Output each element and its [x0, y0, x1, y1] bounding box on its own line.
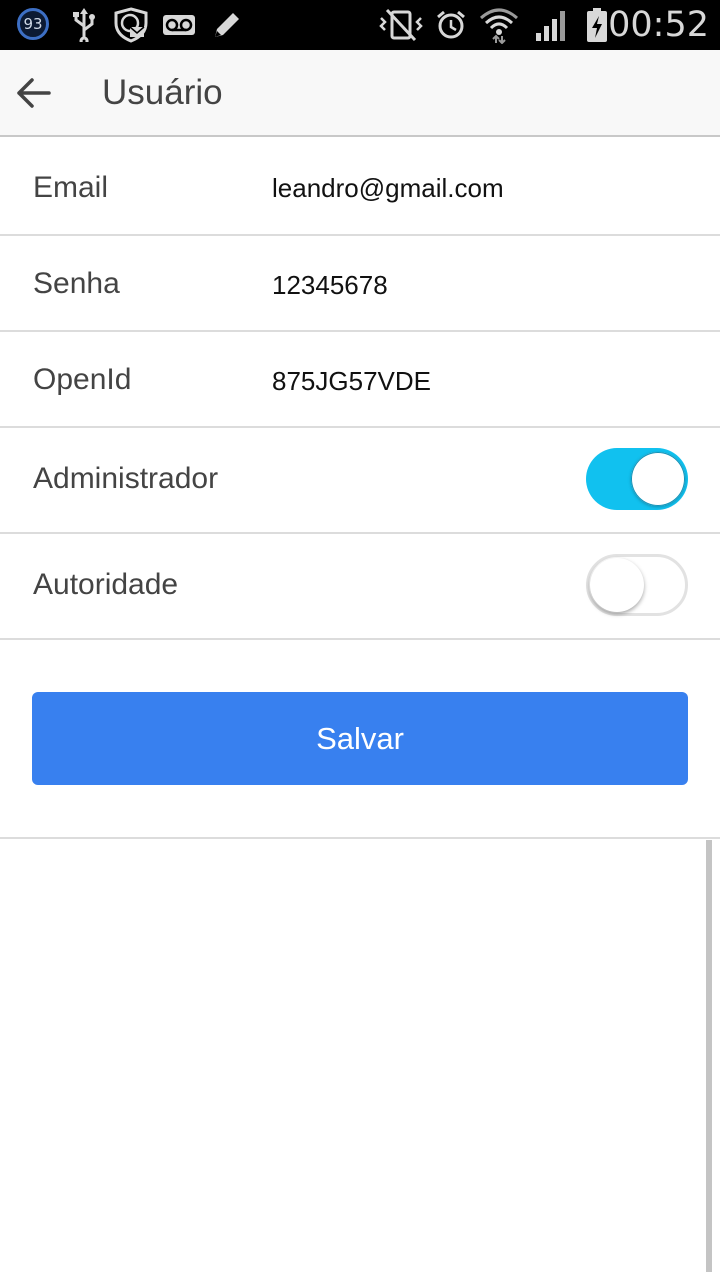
- alarm-icon: [432, 0, 470, 50]
- openid-field[interactable]: [272, 366, 692, 397]
- autoridade-toggle[interactable]: [586, 554, 688, 616]
- signal-icon: [532, 0, 572, 50]
- scrollbar[interactable]: [706, 840, 712, 1272]
- page-title: Usuário: [102, 73, 223, 112]
- email-field[interactable]: [272, 173, 692, 204]
- administrador-toggle[interactable]: [586, 448, 688, 510]
- usb-icon: [68, 0, 100, 50]
- openid-row: OpenId: [0, 332, 720, 428]
- notification-count-icon: 93: [17, 8, 49, 40]
- toggle-knob: [590, 558, 644, 612]
- senha-row: Senha: [0, 236, 720, 332]
- autoridade-label: Autoridade: [33, 568, 179, 601]
- openid-label: OpenId: [33, 363, 132, 396]
- wifi-icon: [478, 0, 520, 50]
- voicemail-icon: [160, 0, 198, 50]
- arrow-back-icon: [17, 78, 51, 108]
- pencil-icon: [208, 0, 246, 50]
- security-mail-icon: [112, 0, 150, 50]
- vibrate-off-icon: [376, 0, 426, 50]
- clock: 00:52: [608, 5, 709, 45]
- toggle-knob: [631, 452, 685, 506]
- autoridade-row: Autoridade: [0, 534, 720, 640]
- senha-field[interactable]: [272, 270, 692, 301]
- email-row: Email: [0, 139, 720, 236]
- administrador-row: Administrador: [0, 428, 720, 534]
- administrador-label: Administrador: [33, 462, 219, 495]
- divider: [0, 837, 720, 839]
- app-bar: Usuário: [0, 50, 720, 137]
- save-button[interactable]: Salvar: [32, 692, 688, 785]
- notification-count: 93: [23, 15, 43, 33]
- email-label: Email: [33, 171, 109, 204]
- senha-label: Senha: [33, 267, 120, 300]
- status-bar: 93 00:52: [0, 0, 720, 50]
- back-button[interactable]: [8, 68, 58, 118]
